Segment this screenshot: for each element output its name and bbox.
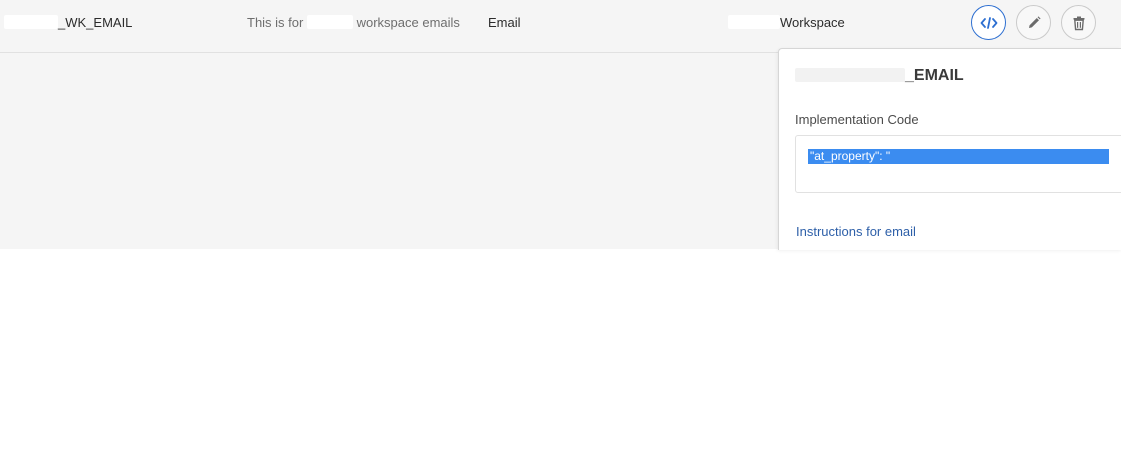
description-prefix: This is for <box>247 15 304 30</box>
channel-cell: Email <box>488 15 521 30</box>
redacted-text <box>4 15 58 29</box>
implementation-code-label: Implementation Code <box>795 112 919 127</box>
implementation-code-button[interactable] <box>971 5 1006 40</box>
redacted-text <box>795 68 905 82</box>
trash-icon <box>1073 16 1084 30</box>
popover-title-text: _EMAIL <box>905 67 964 84</box>
property-name: _WK_EMAIL <box>58 15 133 30</box>
implementation-code-field[interactable]: "at_property": " <box>795 135 1121 193</box>
code-value: "at_property": " <box>810 149 891 163</box>
implementation-code-popover: _EMAIL Implementation Code "at_property"… <box>778 48 1121 250</box>
delete-button[interactable] <box>1061 5 1096 40</box>
instructions-link[interactable]: Instructions for email <box>796 224 916 239</box>
code-icon <box>980 16 997 29</box>
code-selection[interactable]: "at_property": " <box>808 149 1109 164</box>
edit-button[interactable] <box>1016 5 1051 40</box>
redacted-text <box>306 15 353 29</box>
workspace-cell: Workspace <box>728 15 845 31</box>
property-name-cell: _WK_EMAIL <box>4 15 132 31</box>
description-cell: This is for workspace emails <box>247 15 460 31</box>
redacted-text <box>728 15 780 29</box>
pencil-icon <box>1028 15 1041 28</box>
table-row[interactable]: _WK_EMAIL This is for workspace emails E… <box>0 0 1121 53</box>
popover-title: _EMAIL <box>795 67 964 85</box>
workspace-name: Workspace <box>780 15 845 30</box>
description-suffix: workspace emails <box>356 15 460 30</box>
